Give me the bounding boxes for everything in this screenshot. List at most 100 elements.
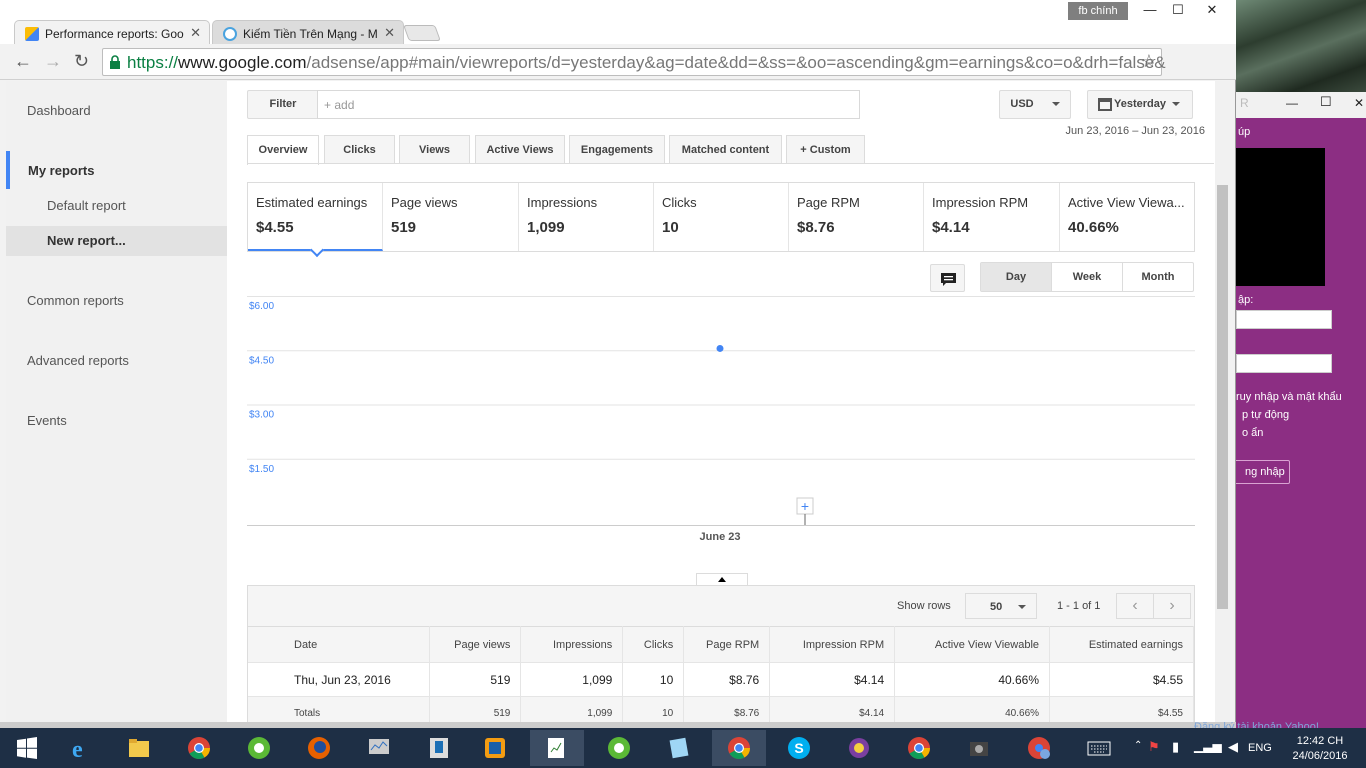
filter-input[interactable]: + add: [317, 90, 860, 119]
column-header[interactable]: Clicks: [622, 626, 685, 663]
profile-button[interactable]: fb chính: [1068, 2, 1128, 20]
network-error-icon[interactable]: ⚑: [1148, 739, 1160, 755]
taskbar-vmware[interactable]: [468, 730, 522, 766]
taskbar-notes[interactable]: [652, 730, 706, 766]
scorecard-impression-rpm[interactable]: Impression RPM $4.14: [924, 183, 1060, 251]
sidebar-item-events[interactable]: Events: [27, 413, 67, 428]
period-month-button[interactable]: Month: [1123, 263, 1193, 291]
scorecard-active-view[interactable]: Active View Viewa... 40.66%: [1060, 183, 1194, 251]
tab-views[interactable]: Views: [399, 135, 470, 164]
close-tab-icon[interactable]: ✕: [381, 25, 395, 41]
battery-icon[interactable]: ▮: [1172, 739, 1179, 755]
column-header[interactable]: Active View Viewable: [894, 626, 1051, 663]
rows-per-page-select[interactable]: 50: [965, 593, 1037, 619]
column-header[interactable]: Page views: [429, 626, 522, 663]
scrollbar-thumb[interactable]: [1217, 185, 1228, 609]
yahoo-hidden-label[interactable]: o ẩn: [1242, 427, 1263, 439]
taskbar-coccoc-2[interactable]: [592, 730, 646, 766]
next-page-button[interactable]: ›: [1153, 593, 1191, 619]
column-header[interactable]: Impressions: [520, 626, 624, 663]
sidebar-item-default-report[interactable]: Default report: [47, 198, 126, 213]
tab-clicks[interactable]: Clicks: [324, 135, 395, 164]
column-header[interactable]: Date: [248, 626, 431, 663]
taskbar-skype[interactable]: S: [772, 730, 826, 766]
forward-icon[interactable]: →: [44, 51, 62, 72]
column-header[interactable]: Estimated earnings: [1049, 626, 1194, 663]
pagination-range: 1 - 1 of 1: [1057, 600, 1101, 612]
minimize-icon[interactable]: —: [1286, 96, 1298, 110]
tab-engagements[interactable]: Engagements: [569, 135, 665, 164]
taskbar-ie[interactable]: e: [54, 730, 108, 766]
bookmark-star-icon[interactable]: ☆: [1141, 51, 1157, 72]
taskbar-monitor[interactable]: [352, 730, 406, 766]
filter-button[interactable]: Filter: [247, 90, 319, 119]
yahoo-autologin-label[interactable]: p tự động: [1242, 409, 1289, 421]
tab-matched-content[interactable]: Matched content: [669, 135, 782, 164]
sidebar-item-advanced-reports[interactable]: Advanced reports: [27, 353, 129, 368]
volume-icon[interactable]: ◀: [1228, 739, 1238, 755]
show-hidden-icons[interactable]: ⌃: [1134, 740, 1142, 751]
yahoo-username-input[interactable]: [1236, 310, 1332, 329]
sidebar-item-dashboard[interactable]: Dashboard: [27, 103, 91, 118]
scorecard-estimated-earnings[interactable]: Estimated earnings $4.55: [248, 183, 383, 251]
scorecard-value: 40.66%: [1068, 219, 1119, 236]
taskbar-chrome-3[interactable]: [892, 730, 946, 766]
tab-overview[interactable]: Overview: [247, 135, 319, 165]
scorecard-impressions[interactable]: Impressions 1,099: [519, 183, 654, 251]
period-week-button[interactable]: Week: [1052, 263, 1123, 291]
page-scrollbar[interactable]: [1215, 81, 1230, 722]
start-button[interactable]: [0, 730, 54, 766]
system-clock[interactable]: 12:42 CH 24/06/2016: [1288, 734, 1352, 764]
collapse-chart-button[interactable]: [696, 573, 748, 585]
taskbar-explorer[interactable]: [112, 730, 166, 766]
chevron-down-icon: [1051, 102, 1060, 107]
taskbar-app[interactable]: [412, 730, 466, 766]
close-icon[interactable]: ✕: [1354, 96, 1364, 110]
yahoo-remember-label[interactable]: ruy nhập và mật khẩu: [1236, 391, 1342, 403]
scorecard-label: Page RPM: [797, 195, 860, 210]
add-annotation-marker[interactable]: +: [796, 497, 814, 525]
yahoo-password-input[interactable]: [1236, 354, 1332, 373]
sidebar-item-common-reports[interactable]: Common reports: [27, 293, 124, 308]
taskbar-chrome-2[interactable]: [712, 730, 766, 766]
signal-icon[interactable]: ▁▃▅: [1194, 739, 1222, 753]
sidebar-item-new-report[interactable]: New report...: [47, 233, 126, 248]
plus-icon: +: [801, 498, 809, 514]
date-range-select[interactable]: Yesterday: [1087, 90, 1193, 119]
taskbar-camera[interactable]: [952, 730, 1006, 766]
data-point[interactable]: [716, 344, 724, 352]
tab-kiem-tien[interactable]: Kiếm Tiền Trên Mạng - M ✕: [212, 20, 404, 46]
annotations-button[interactable]: [930, 264, 965, 292]
maximize-icon[interactable]: ☐: [1320, 94, 1332, 110]
maximize-icon[interactable]: ☐: [1168, 2, 1188, 24]
taskbar-chrome-user[interactable]: [1012, 730, 1066, 766]
scorecard-page-views[interactable]: Page views 519: [383, 183, 519, 251]
language-indicator[interactable]: ENG: [1248, 742, 1272, 754]
taskbar-chrome-1[interactable]: [172, 730, 226, 766]
previous-page-button[interactable]: ‹: [1116, 593, 1154, 619]
close-tab-icon[interactable]: ✕: [187, 25, 201, 41]
yahoo-title-fragment: R: [1240, 96, 1249, 110]
address-bar[interactable]: https://www.google.com/adsense/app#main/…: [102, 48, 1166, 76]
scorecard-clicks[interactable]: Clicks 10: [654, 183, 789, 251]
back-icon[interactable]: ←: [14, 51, 32, 72]
taskbar-notepad[interactable]: [530, 730, 584, 766]
currency-select[interactable]: USD: [999, 90, 1071, 119]
taskbar-yahoo[interactable]: [832, 730, 886, 766]
reload-icon[interactable]: ↻: [74, 51, 89, 72]
tab-active-views[interactable]: Active Views: [475, 135, 565, 164]
taskbar-coccoc[interactable]: [232, 730, 286, 766]
scorecard-page-rpm[interactable]: Page RPM $8.76: [789, 183, 924, 251]
tab-custom[interactable]: + Custom: [786, 135, 865, 164]
column-header[interactable]: Impression RPM: [769, 626, 896, 663]
period-day-button[interactable]: Day: [981, 263, 1052, 291]
close-window-icon[interactable]: ✕: [1196, 2, 1228, 24]
minimize-icon[interactable]: —: [1140, 2, 1160, 24]
new-tab-button[interactable]: [403, 25, 441, 41]
sidebar-item-my-reports[interactable]: My reports: [28, 163, 94, 178]
yahoo-login-button[interactable]: ng nhập: [1230, 460, 1290, 484]
taskbar-firefox[interactable]: [292, 730, 346, 766]
taskbar-keyboard[interactable]: [1072, 730, 1126, 766]
column-header[interactable]: Page RPM: [683, 626, 771, 663]
tab-performance-reports[interactable]: Performance reports: Goo ✕: [14, 20, 210, 46]
